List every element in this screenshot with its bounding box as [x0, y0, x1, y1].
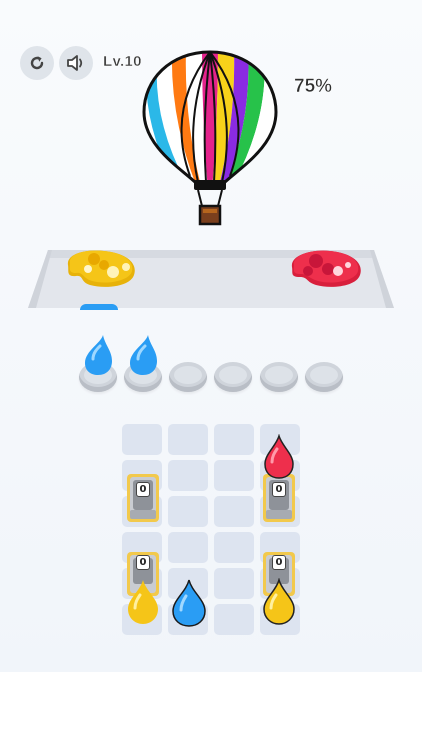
yellow-paint-drop[interactable] [261, 578, 297, 626]
grid-cell[interactable] [214, 568, 254, 599]
holding-slot-5[interactable] [260, 362, 298, 392]
grid-cell[interactable] [214, 460, 254, 491]
conveyor-belt-drop [80, 304, 118, 310]
grid-cell[interactable] [168, 532, 208, 563]
machine-counter: 0 [136, 555, 150, 570]
paint-machine[interactable] [125, 470, 161, 526]
grid-cell[interactable] [214, 604, 254, 635]
holding-slot-3[interactable] [169, 362, 207, 392]
level-label: Lv.10 [103, 53, 142, 70]
restart-button[interactable] [20, 46, 54, 80]
holding-slot-4[interactable] [214, 362, 252, 392]
grid-cell[interactable] [168, 460, 208, 491]
speaker-icon [67, 55, 83, 71]
holding-slot-6[interactable] [305, 362, 343, 392]
sound-button[interactable] [59, 46, 93, 80]
restart-icon [30, 56, 44, 70]
grid-cell[interactable] [214, 424, 254, 455]
blue-paint-drop[interactable] [81, 333, 115, 377]
bottom-area [0, 672, 422, 750]
blue-paint-drop[interactable] [126, 333, 160, 377]
yellow-paint-drop[interactable] [125, 578, 161, 626]
grid-cell[interactable] [168, 424, 208, 455]
grid-cell[interactable] [168, 496, 208, 527]
red-paint-drop[interactable] [262, 434, 296, 480]
machine-counter: 0 [272, 482, 286, 497]
grid-cell[interactable] [214, 532, 254, 563]
machine-counter: 0 [272, 555, 286, 570]
grid-cell[interactable] [122, 424, 162, 455]
blue-paint-drop[interactable] [170, 578, 208, 628]
red-paint-palette[interactable] [286, 247, 364, 289]
progress-percent: 75% [294, 76, 333, 98]
balloon-picture [142, 50, 278, 226]
yellow-paint-palette[interactable] [60, 247, 138, 289]
grid-cell[interactable] [214, 496, 254, 527]
machine-counter: 0 [136, 482, 150, 497]
